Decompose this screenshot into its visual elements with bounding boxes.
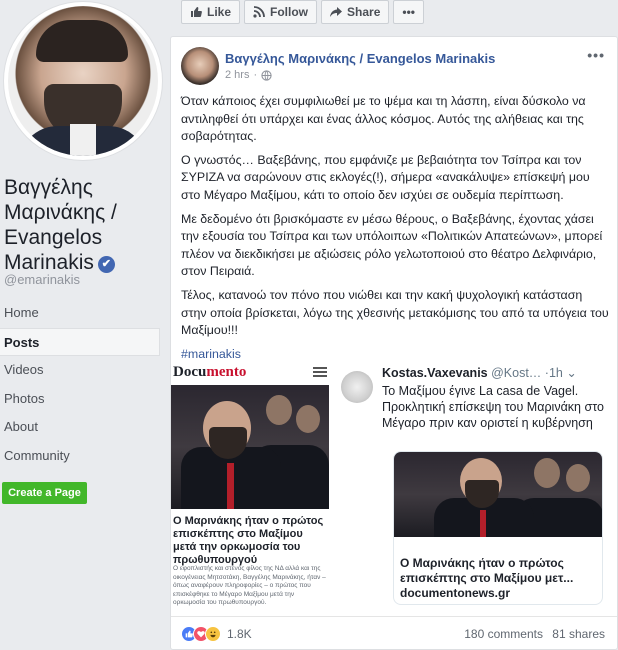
reactions-summary[interactable]: 1.8K [181,626,252,642]
logo-main: Docu [173,364,207,380]
more-options-button[interactable]: ••• [393,0,424,24]
like-page-button[interactable]: Like [181,0,241,24]
chevron-down-icon: ⌄ [566,366,577,380]
nav-item-about[interactable]: About [0,413,160,442]
tweet-header: Kostas.Vaxevanis @Kost… ·1h ⌄ [382,365,577,380]
hamburger-menu-icon [313,367,327,379]
tweet-text: Το Μαξίμου έγινε La casa de Vagel. Προκλ… [382,384,604,430]
page-name-last: Marinakis [4,251,94,274]
tweet-card-title: Ο Μαρινάκης ήταν ο πρώτος επισκέπτης στο… [400,556,574,585]
post-text: Όταν κάποιος έχει συμφιλιωθεί με το ψέμα… [181,93,611,369]
post-author-avatar[interactable] [181,47,219,85]
nav-item-community[interactable]: Community [0,442,160,471]
tweet-card-photo [394,452,602,537]
shared-image-documento[interactable]: Documento Ο Μαρινάκης ήταν ο πρώτος επισ… [171,363,331,607]
article-photo [171,385,329,509]
page-name-line: Βαγγέλης [4,176,93,199]
post-paragraph: Όταν κάποιος έχει συμφιλιωθεί με το ψέμα… [181,94,586,144]
article-headline: Ο Μαρινάκης ήταν ο πρώτος επισκέπτης στο… [173,515,324,566]
follow-page-button[interactable]: Follow [244,0,318,24]
page-handle[interactable]: @emarinakis [4,272,80,287]
comments-count[interactable]: 180 comments [464,627,543,641]
shares-count[interactable]: 81 shares [552,627,605,641]
tweet-card-url: documentonews.gr [400,586,511,600]
meta-separator: · [253,69,258,81]
create-page-button[interactable]: Create a Page [2,482,87,504]
shared-image-tweet[interactable]: Kostas.Vaxevanis @Kost… ·1h ⌄ Το Μαξίμου… [335,363,617,607]
post-timestamp[interactable]: 2 hrs [225,69,249,81]
post-footer: 1.8K 180 comments 81 shares [171,616,617,650]
more-dots-icon: ••• [402,5,415,19]
post-card: Βαγγέλης Μαρινάκης / Evangelos Marinakis… [170,36,618,650]
documento-logo: Documento [173,364,246,381]
post-paragraph: Με δεδομένο ότι βρισκόμαστε εν μέσω θέρο… [181,211,603,279]
haha-reaction-icon [205,626,221,642]
page-nav: Home Posts Videos Photos About Community [0,299,160,470]
share-page-button[interactable]: Share [321,0,390,24]
profile-photo [8,6,158,156]
post-paragraph: Ο γνωστός… Βαξεβάνης, που εμφάνιζε με βε… [181,152,590,202]
nav-item-home[interactable]: Home [0,299,160,328]
rss-icon [253,6,265,18]
article-subtext: Ο εφοπλιστής και στενός φίλος της ΝΔ αλλ… [173,565,326,606]
follow-label: Follow [270,5,309,19]
verified-badge-icon: ✔ [97,256,115,273]
post-options-icon[interactable]: ••• [587,47,605,63]
tweet-time: ·1h [544,366,563,380]
post-meta: 2 hrs · [225,69,272,81]
page-name-line: Μαρινάκης / [4,201,117,224]
reactions-count: 1.8K [227,627,252,641]
logo-accent: mento [206,364,247,380]
page-name-line: Evangelos [4,226,103,249]
profile-picture[interactable] [4,2,162,160]
tweet-handle: @Kost… [491,366,542,380]
share-label: Share [347,5,381,19]
page-sidebar: Βαγγέλης Μαρινάκης / Evangelos Marinakis… [0,0,168,650]
engagement-counts: 180 comments 81 shares [458,627,605,641]
tweet-author-name: Kostas.Vaxevanis [382,366,488,380]
like-label: Like [207,5,232,19]
globe-icon[interactable] [261,69,272,81]
hashtag-link[interactable]: #marinakis [181,346,611,364]
tweet-link-card: Ο Μαρινάκης ήταν ο πρώτος επισκέπτης στο… [393,451,603,605]
nav-item-videos[interactable]: Videos [0,356,160,385]
nav-item-posts[interactable]: Posts [0,327,160,356]
tweet-author-avatar [341,371,373,403]
post-author-name[interactable]: Βαγγέλης Μαρινάκης / Evangelos Marinakis [225,51,495,66]
page-action-bar: Like Follow Share ••• [181,0,428,24]
thumbs-up-icon [191,7,202,17]
post-paragraph: Τέλος, κατανοώ τον πόνο που νιώθει και τ… [181,287,609,338]
page-name[interactable]: Βαγγέλης Μαρινάκης / Evangelos Marinakis… [4,175,166,275]
share-arrow-icon [330,7,343,17]
nav-item-photos[interactable]: Photos [0,385,160,414]
